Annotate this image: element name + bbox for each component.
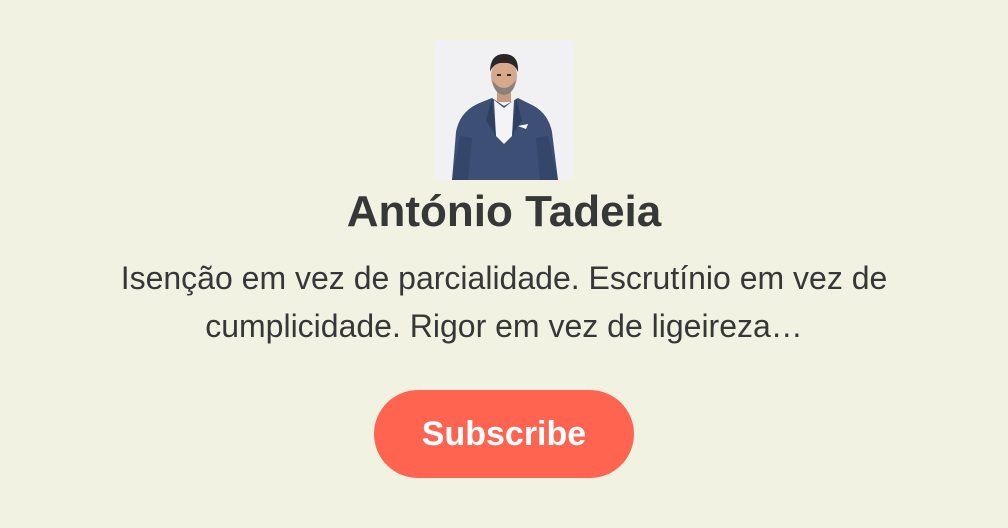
publication-description: Isenção em vez de parcialidade. Escrutín… [120, 260, 888, 344]
publication-card: António Tadeia Isenção em vez de parcial… [0, 0, 1008, 528]
subscribe-button[interactable]: Subscribe [374, 390, 634, 478]
author-avatar [434, 40, 574, 180]
author-name: António Tadeia [346, 187, 662, 236]
